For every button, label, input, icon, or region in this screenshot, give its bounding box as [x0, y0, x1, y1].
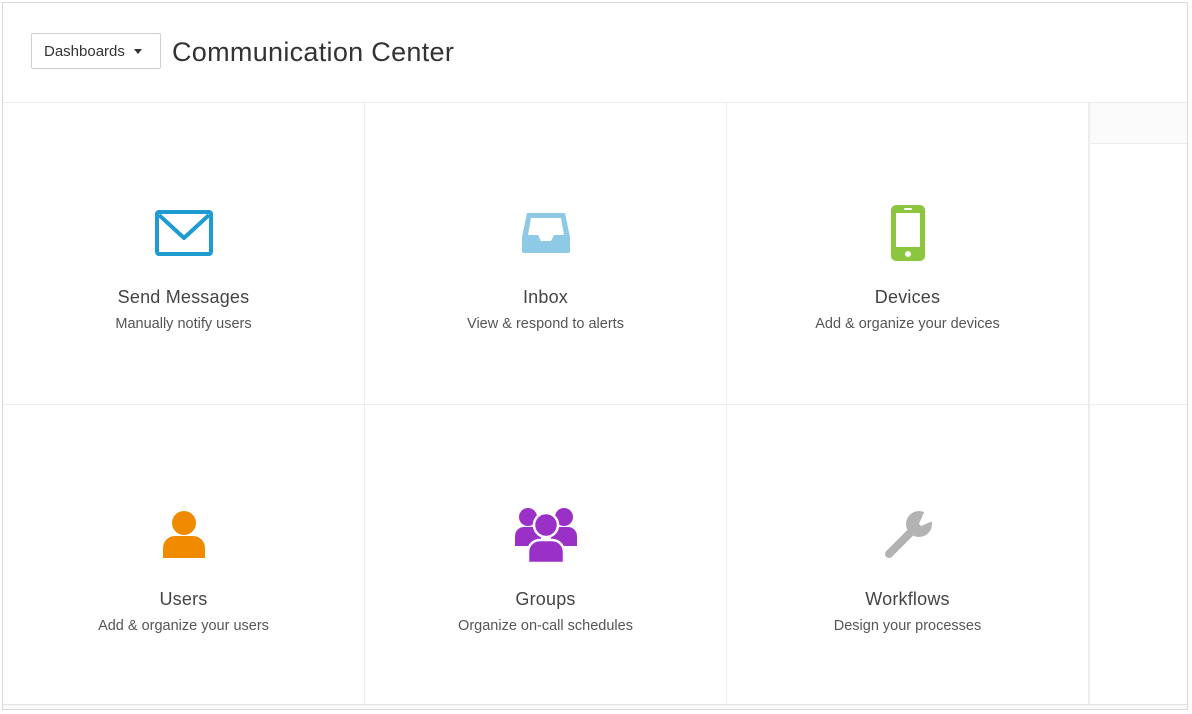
user-icon	[152, 503, 216, 567]
tile-send-messages[interactable]: Send Messages Manually notify users	[3, 103, 365, 405]
caret-down-icon	[133, 48, 142, 54]
tile-subtitle: Design your processes	[833, 618, 982, 634]
tile-subtitle: Add & organize your devices	[815, 316, 1000, 332]
side-column	[1089, 103, 1187, 707]
bottom-border	[3, 704, 1187, 709]
page-title: Communication Center	[172, 37, 455, 67]
tile-title: Users	[159, 589, 208, 609]
tile-groups[interactable]: Groups Organize on-call schedules	[365, 405, 727, 707]
app-window: Dashboards Communication Center Send Mes…	[2, 2, 1188, 710]
tile-devices[interactable]: Devices Add & organize your devices	[727, 103, 1089, 405]
page-header: Dashboards Communication Center	[3, 3, 1187, 103]
envelope-icon	[152, 201, 216, 265]
dashboards-dropdown-button[interactable]: Dashboards	[31, 33, 161, 69]
side-column-divider	[1090, 404, 1187, 405]
tile-users[interactable]: Users Add & organize your users	[3, 405, 365, 707]
tile-title: Workflows	[865, 589, 950, 609]
tile-workflows[interactable]: Workflows Design your processes	[727, 405, 1089, 707]
tile-title: Devices	[874, 287, 941, 307]
group-icon	[514, 503, 578, 567]
inbox-tray-icon	[514, 201, 578, 265]
mobile-phone-icon	[876, 201, 940, 265]
side-column-top-cell	[1090, 103, 1187, 144]
tile-subtitle: Manually notify users	[115, 316, 252, 332]
tile-title: Groups	[515, 589, 576, 609]
tile-subtitle: Organize on-call schedules	[458, 618, 633, 634]
dashboard-tile-grid: Send Messages Manually notify users Inbo…	[3, 103, 1089, 707]
tile-title: Send Messages	[117, 287, 250, 307]
tile-title: Inbox	[522, 287, 569, 307]
tile-inbox[interactable]: Inbox View & respond to alerts	[365, 103, 727, 405]
dashboards-dropdown-label: Dashboards	[44, 42, 125, 60]
tile-subtitle: Add & organize your users	[98, 618, 269, 634]
tile-subtitle: View & respond to alerts	[467, 316, 624, 332]
wrench-icon	[876, 503, 940, 567]
